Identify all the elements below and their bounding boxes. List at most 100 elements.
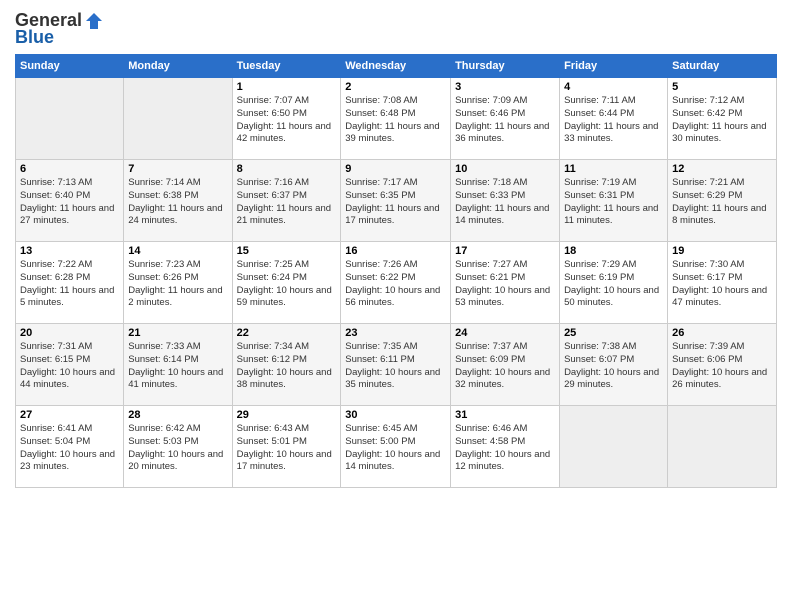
calendar-cell: 24Sunrise: 7:37 AM Sunset: 6:09 PM Dayli…	[451, 324, 560, 406]
day-info: Sunrise: 7:26 AM Sunset: 6:22 PM Dayligh…	[345, 259, 446, 310]
calendar-week-row: 1 Sunrise: 7:07 AM Sunset: 6:50 PM Daylig…	[16, 78, 777, 160]
day-number: 28	[128, 409, 227, 421]
calendar-cell: 27Sunrise: 6:41 AM Sunset: 5:04 PM Dayli…	[16, 406, 124, 488]
calendar-cell: 18Sunrise: 7:29 AM Sunset: 6:19 PM Dayli…	[560, 242, 668, 324]
day-number: 24	[455, 327, 555, 339]
day-number: 1	[237, 81, 337, 93]
calendar-cell: 20 Sunrise: 7:31 AM Sunset: 6:15 PM Dayli…	[16, 324, 124, 406]
calendar-cell: 14 Sunrise: 7:23 AM Sunset: 6:26 PM Dayli…	[124, 242, 232, 324]
calendar-cell: 15 Sunrise: 7:25 AM Sunset: 6:24 PM Dayli…	[232, 242, 341, 324]
calendar-header-row: SundayMondayTuesdayWednesdayThursdayFrid…	[16, 55, 777, 78]
calendar-cell: 31Sunrise: 6:46 AM Sunset: 4:58 PM Dayli…	[451, 406, 560, 488]
day-number: 6	[20, 163, 119, 175]
calendar-cell: 17Sunrise: 7:27 AM Sunset: 6:21 PM Dayli…	[451, 242, 560, 324]
day-number: 9	[345, 163, 446, 175]
day-info: Sunrise: 7:19 AM Sunset: 6:31 PM Dayligh…	[564, 177, 663, 228]
weekday-header: Tuesday	[232, 55, 341, 78]
calendar-cell: 29 Sunrise: 6:43 AM Sunset: 5:01 PM Dayli…	[232, 406, 341, 488]
day-number: 30	[345, 409, 446, 421]
day-number: 13	[20, 245, 119, 257]
day-number: 19	[672, 245, 772, 257]
calendar-cell: 19 Sunrise: 7:30 AM Sunset: 6:17 PM Dayli…	[668, 242, 777, 324]
day-info: Sunrise: 7:34 AM Sunset: 6:12 PM Dayligh…	[237, 341, 337, 392]
calendar-cell: 7 Sunrise: 7:14 AM Sunset: 6:38 PM Daylig…	[124, 160, 232, 242]
day-info: Sunrise: 7:22 AM Sunset: 6:28 PM Dayligh…	[20, 259, 119, 310]
calendar-cell: 6 Sunrise: 7:13 AM Sunset: 6:40 PM Daylig…	[16, 160, 124, 242]
page: General Blue SundayMondayTuesdayWednesda…	[0, 0, 792, 612]
day-info: Sunrise: 7:13 AM Sunset: 6:40 PM Dayligh…	[20, 177, 119, 228]
day-number: 2	[345, 81, 446, 93]
logo: General Blue	[15, 10, 104, 48]
calendar-cell: 9 Sunrise: 7:17 AM Sunset: 6:35 PM Daylig…	[341, 160, 451, 242]
header: General Blue	[15, 10, 777, 48]
day-info: Sunrise: 6:45 AM Sunset: 5:00 PM Dayligh…	[345, 423, 446, 474]
day-info: Sunrise: 7:35 AM Sunset: 6:11 PM Dayligh…	[345, 341, 446, 392]
day-number: 14	[128, 245, 227, 257]
day-info: Sunrise: 7:21 AM Sunset: 6:29 PM Dayligh…	[672, 177, 772, 228]
day-number: 21	[128, 327, 227, 339]
calendar-cell: 21 Sunrise: 7:33 AM Sunset: 6:14 PM Dayli…	[124, 324, 232, 406]
weekday-header: Wednesday	[341, 55, 451, 78]
day-number: 10	[455, 163, 555, 175]
day-info: Sunrise: 7:23 AM Sunset: 6:26 PM Dayligh…	[128, 259, 227, 310]
day-info: Sunrise: 7:08 AM Sunset: 6:48 PM Dayligh…	[345, 95, 446, 146]
day-info: Sunrise: 7:09 AM Sunset: 6:46 PM Dayligh…	[455, 95, 555, 146]
day-number: 26	[672, 327, 772, 339]
weekday-header: Friday	[560, 55, 668, 78]
calendar-cell	[124, 78, 232, 160]
calendar-cell: 30 Sunrise: 6:45 AM Sunset: 5:00 PM Dayli…	[341, 406, 451, 488]
logo-icon	[84, 11, 104, 31]
day-number: 16	[345, 245, 446, 257]
day-number: 12	[672, 163, 772, 175]
calendar-week-row: 6 Sunrise: 7:13 AM Sunset: 6:40 PM Daylig…	[16, 160, 777, 242]
weekday-header: Monday	[124, 55, 232, 78]
day-info: Sunrise: 7:29 AM Sunset: 6:19 PM Dayligh…	[564, 259, 663, 310]
day-info: Sunrise: 6:43 AM Sunset: 5:01 PM Dayligh…	[237, 423, 337, 474]
day-info: Sunrise: 7:17 AM Sunset: 6:35 PM Dayligh…	[345, 177, 446, 228]
day-number: 22	[237, 327, 337, 339]
day-number: 15	[237, 245, 337, 257]
calendar-cell: 2 Sunrise: 7:08 AM Sunset: 6:48 PM Daylig…	[341, 78, 451, 160]
day-number: 11	[564, 163, 663, 175]
calendar-cell: 8Sunrise: 7:16 AM Sunset: 6:37 PM Daylig…	[232, 160, 341, 242]
day-info: Sunrise: 7:39 AM Sunset: 6:06 PM Dayligh…	[672, 341, 772, 392]
calendar-cell: 26 Sunrise: 7:39 AM Sunset: 6:06 PM Dayli…	[668, 324, 777, 406]
calendar-week-row: 20 Sunrise: 7:31 AM Sunset: 6:15 PM Dayli…	[16, 324, 777, 406]
day-info: Sunrise: 7:31 AM Sunset: 6:15 PM Dayligh…	[20, 341, 119, 392]
day-number: 23	[345, 327, 446, 339]
calendar-cell: 3Sunrise: 7:09 AM Sunset: 6:46 PM Daylig…	[451, 78, 560, 160]
calendar-cell: 28Sunrise: 6:42 AM Sunset: 5:03 PM Dayli…	[124, 406, 232, 488]
logo-blue: Blue	[15, 27, 54, 48]
day-info: Sunrise: 7:18 AM Sunset: 6:33 PM Dayligh…	[455, 177, 555, 228]
calendar-cell: 1 Sunrise: 7:07 AM Sunset: 6:50 PM Daylig…	[232, 78, 341, 160]
calendar-cell: 10 Sunrise: 7:18 AM Sunset: 6:33 PM Dayli…	[451, 160, 560, 242]
day-info: Sunrise: 7:12 AM Sunset: 6:42 PM Dayligh…	[672, 95, 772, 146]
calendar-cell	[668, 406, 777, 488]
day-number: 27	[20, 409, 119, 421]
day-number: 7	[128, 163, 227, 175]
weekday-header: Sunday	[16, 55, 124, 78]
day-number: 4	[564, 81, 663, 93]
day-number: 5	[672, 81, 772, 93]
day-info: Sunrise: 7:30 AM Sunset: 6:17 PM Dayligh…	[672, 259, 772, 310]
calendar-week-row: 27Sunrise: 6:41 AM Sunset: 5:04 PM Dayli…	[16, 406, 777, 488]
day-number: 8	[237, 163, 337, 175]
calendar-cell: 13 Sunrise: 7:22 AM Sunset: 6:28 PM Dayli…	[16, 242, 124, 324]
calendar-cell: 4 Sunrise: 7:11 AM Sunset: 6:44 PM Daylig…	[560, 78, 668, 160]
day-info: Sunrise: 7:11 AM Sunset: 6:44 PM Dayligh…	[564, 95, 663, 146]
calendar-week-row: 13 Sunrise: 7:22 AM Sunset: 6:28 PM Dayli…	[16, 242, 777, 324]
day-number: 29	[237, 409, 337, 421]
day-info: Sunrise: 7:14 AM Sunset: 6:38 PM Dayligh…	[128, 177, 227, 228]
day-number: 20	[20, 327, 119, 339]
day-info: Sunrise: 7:25 AM Sunset: 6:24 PM Dayligh…	[237, 259, 337, 310]
calendar-cell: 5 Sunrise: 7:12 AM Sunset: 6:42 PM Daylig…	[668, 78, 777, 160]
day-number: 31	[455, 409, 555, 421]
calendar-cell	[560, 406, 668, 488]
day-number: 17	[455, 245, 555, 257]
calendar-cell: 16 Sunrise: 7:26 AM Sunset: 6:22 PM Dayli…	[341, 242, 451, 324]
calendar-cell: 11 Sunrise: 7:19 AM Sunset: 6:31 PM Dayli…	[560, 160, 668, 242]
day-info: Sunrise: 7:38 AM Sunset: 6:07 PM Dayligh…	[564, 341, 663, 392]
day-info: Sunrise: 7:07 AM Sunset: 6:50 PM Dayligh…	[237, 95, 337, 146]
day-info: Sunrise: 7:33 AM Sunset: 6:14 PM Dayligh…	[128, 341, 227, 392]
calendar-cell: 22 Sunrise: 7:34 AM Sunset: 6:12 PM Dayli…	[232, 324, 341, 406]
